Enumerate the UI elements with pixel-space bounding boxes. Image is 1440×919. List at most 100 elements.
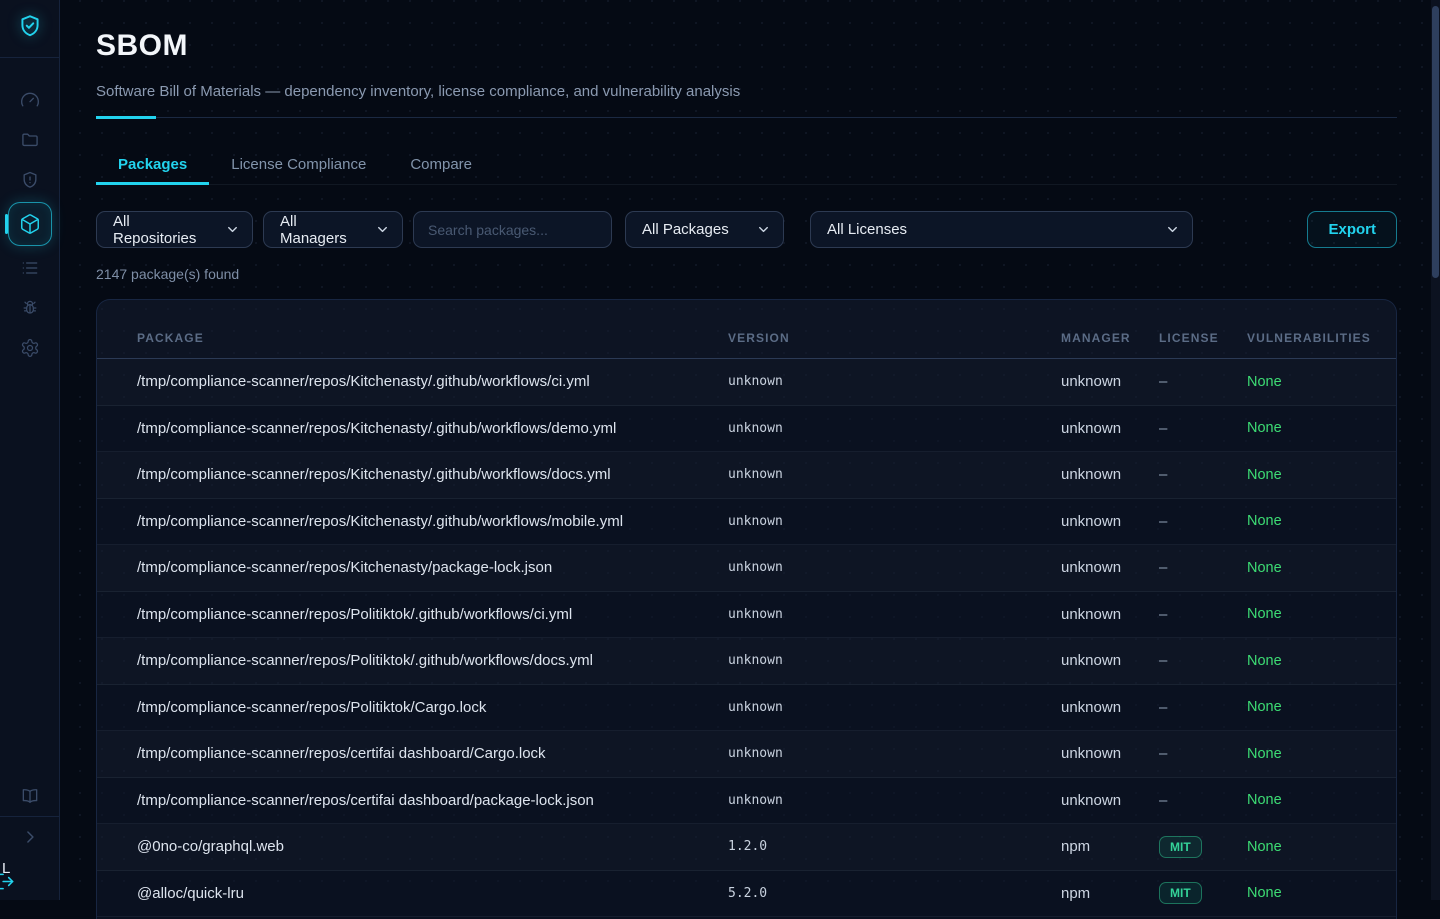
table-row[interactable]: /tmp/compliance-scanner/repos/Kitchenast… <box>97 545 1396 592</box>
package-license: – <box>1159 559 1247 576</box>
scrollbar-thumb[interactable] <box>1432 6 1439 278</box>
main-content: SBOM Software Bill of Materials — depend… <box>60 0 1440 900</box>
package-license: – <box>1159 373 1247 390</box>
sidebar-item-repositories[interactable] <box>0 120 60 160</box>
results-count: 2147 package(s) found <box>96 266 1397 282</box>
license-value: – <box>1159 420 1167 437</box>
sidebar <box>0 0 60 900</box>
package-name: /tmp/compliance-scanner/repos/Kitchenast… <box>137 466 728 483</box>
package-name: /tmp/compliance-scanner/repos/certifai d… <box>137 792 728 809</box>
column-header-vulnerabilities: VULNERABILITIES <box>1247 331 1396 345</box>
package-license: – <box>1159 745 1247 762</box>
package-license: – <box>1159 652 1247 669</box>
package-icon <box>8 202 52 246</box>
sidebar-item-vulnerabilities[interactable] <box>0 160 60 200</box>
package-manager: unknown <box>1061 559 1159 576</box>
table-row[interactable]: /tmp/compliance-scanner/repos/Politiktok… <box>97 592 1396 639</box>
package-version: unknown <box>728 607 1061 622</box>
table-row[interactable]: /tmp/compliance-scanner/repos/Politiktok… <box>97 638 1396 685</box>
package-name: @alloc/quick-lru <box>137 885 728 902</box>
package-version: unknown <box>728 700 1061 715</box>
table-row[interactable]: @alloc/quick-lru5.2.0npmMITNone <box>97 871 1396 918</box>
table-row[interactable]: /tmp/compliance-scanner/repos/Kitchenast… <box>97 499 1396 546</box>
bug-icon <box>20 298 40 318</box>
package-license: MIT <box>1159 836 1247 858</box>
folder-icon <box>20 130 40 150</box>
tab-license-compliance[interactable]: License Compliance <box>209 145 388 184</box>
package-name: /tmp/compliance-scanner/repos/Kitchenast… <box>137 559 728 576</box>
search-input[interactable] <box>413 211 612 248</box>
table-row[interactable]: @0no-co/graphql.web1.2.0npmMITNone <box>97 824 1396 871</box>
table-row[interactable]: /tmp/compliance-scanner/repos/Kitchenast… <box>97 359 1396 406</box>
packages-select[interactable]: All Packages <box>625 211 784 248</box>
license-value: – <box>1159 559 1167 576</box>
sidebar-item-settings[interactable] <box>0 328 60 368</box>
sidebar-item-docs[interactable] <box>0 776 60 816</box>
sidebar-item-issues[interactable] <box>0 288 60 328</box>
tab-compare[interactable]: Compare <box>388 145 494 184</box>
table-row[interactable]: /tmp/compliance-scanner/repos/certifai d… <box>97 778 1396 825</box>
package-name: /tmp/compliance-scanner/repos/Kitchenast… <box>137 420 728 437</box>
package-manager: unknown <box>1061 699 1159 716</box>
package-license: – <box>1159 513 1247 530</box>
package-name: /tmp/compliance-scanner/repos/Politiktok… <box>137 606 728 623</box>
license-value: – <box>1159 745 1167 762</box>
package-manager: unknown <box>1061 745 1159 762</box>
export-button[interactable]: Export <box>1307 211 1397 248</box>
gauge-icon <box>20 90 40 110</box>
licenses-select[interactable]: All Licenses <box>810 211 1193 248</box>
table-row[interactable]: /tmp/compliance-scanner/repos/Politiktok… <box>97 685 1396 732</box>
sidebar-item-expand[interactable] <box>0 816 60 856</box>
sidebar-item-dashboard[interactable] <box>0 80 60 120</box>
packages-select-value: All Packages <box>642 221 729 238</box>
active-indicator <box>5 214 8 234</box>
page-subtitle: Software Bill of Materials — dependency … <box>96 83 1397 100</box>
vulnerabilities-value: None <box>1247 839 1396 855</box>
table-row[interactable]: /tmp/compliance-scanner/repos/certifai d… <box>97 731 1396 778</box>
license-value: – <box>1159 699 1167 716</box>
sidebar-item-reports[interactable] <box>0 248 60 288</box>
package-name: /tmp/compliance-scanner/repos/Kitchenast… <box>137 373 728 390</box>
managers-select[interactable]: All Managers <box>263 211 403 248</box>
package-version: unknown <box>728 421 1061 436</box>
package-manager: unknown <box>1061 466 1159 483</box>
vulnerabilities-value: None <box>1247 792 1396 808</box>
tab-packages[interactable]: Packages <box>96 145 209 184</box>
package-manager: unknown <box>1061 652 1159 669</box>
package-version: unknown <box>728 653 1061 668</box>
repositories-select-value: All Repositories <box>113 213 217 247</box>
license-value: – <box>1159 513 1167 530</box>
table-row[interactable]: /tmp/compliance-scanner/repos/Kitchenast… <box>97 452 1396 499</box>
chevron-right-icon <box>20 827 40 847</box>
package-manager: unknown <box>1061 606 1159 623</box>
repositories-select[interactable]: All Repositories <box>96 211 253 248</box>
license-badge: MIT <box>1159 836 1202 858</box>
table-row[interactable]: /tmp/compliance-scanner/repos/Kitchenast… <box>97 406 1396 453</box>
page-scrollbar[interactable] <box>1431 0 1440 900</box>
managers-select-value: All Managers <box>280 213 367 247</box>
vulnerabilities-value: None <box>1247 467 1396 483</box>
license-value: – <box>1159 652 1167 669</box>
package-version: unknown <box>728 560 1061 575</box>
app-logo[interactable] <box>0 0 59 58</box>
license-value: – <box>1159 606 1167 623</box>
package-name: /tmp/compliance-scanner/repos/certifai d… <box>137 745 728 762</box>
package-license: – <box>1159 420 1247 437</box>
vulnerabilities-value: None <box>1247 746 1396 762</box>
sidebar-item-sbom[interactable] <box>0 200 60 248</box>
package-manager: unknown <box>1061 792 1159 809</box>
column-header-version: VERSION <box>728 331 1061 345</box>
package-manager: npm <box>1061 838 1159 855</box>
book-icon <box>20 786 40 806</box>
chevron-down-icon <box>225 222 240 237</box>
package-version: unknown <box>728 514 1061 529</box>
license-value: – <box>1159 792 1167 809</box>
package-manager: unknown <box>1061 420 1159 437</box>
package-name: @0no-co/graphql.web <box>137 838 728 855</box>
log-out-icon[interactable] <box>0 872 15 896</box>
filter-bar: All Repositories All Managers All Packag… <box>96 211 1397 248</box>
column-header-package: PACKAGE <box>137 331 728 345</box>
vulnerabilities-value: None <box>1247 420 1396 436</box>
package-name: /tmp/compliance-scanner/repos/Politiktok… <box>137 699 728 716</box>
vulnerabilities-value: None <box>1247 606 1396 622</box>
